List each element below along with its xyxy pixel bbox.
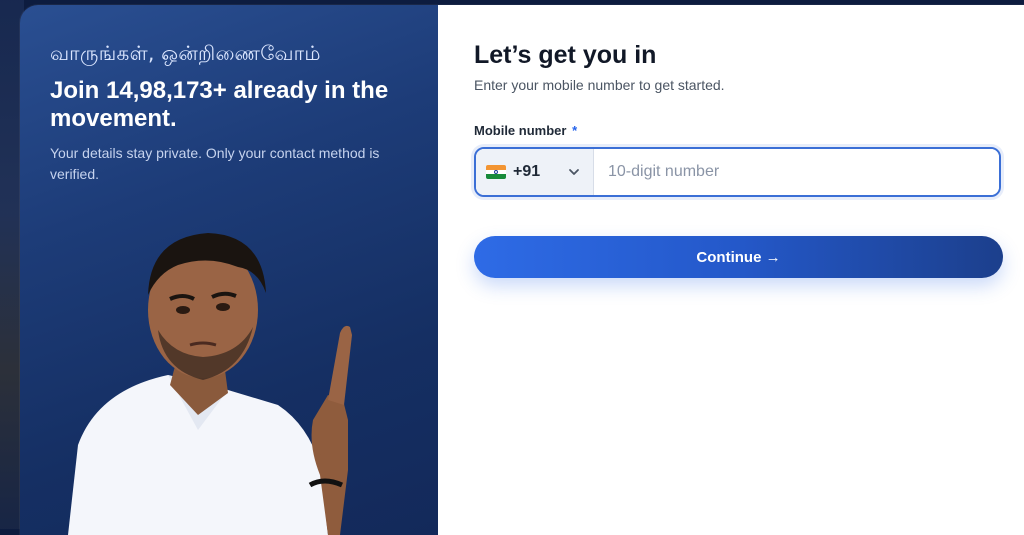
form-title: Let’s get you in	[474, 41, 657, 69]
hero-headline: Join 14,98,173+ already in the movement.	[50, 77, 389, 132]
login-panel: Let’s get you in Enter your mobile numbe…	[438, 5, 1024, 535]
india-flag-icon	[486, 165, 506, 179]
signup-card: வாருங்கள், ஒன்றிணைவோம் Join 14,98,173+ a…	[20, 5, 1024, 535]
leader-portrait	[68, 233, 352, 535]
privacy-note: Your details stay private. Only your con…	[50, 145, 380, 182]
hero-panel: வாருங்கள், ஒன்றிணைவோம் Join 14,98,173+ a…	[20, 5, 438, 535]
mobile-number-input[interactable]	[594, 149, 999, 195]
chevron-down-icon	[569, 169, 579, 175]
country-code: +91	[513, 163, 541, 180]
form-lead: Enter your mobile number to get started.	[474, 77, 725, 93]
mobile-label: Mobile number *	[474, 123, 577, 138]
mobile-label-text: Mobile number	[474, 123, 567, 138]
mobile-number-group: +91	[474, 147, 1001, 197]
country-code-select[interactable]: +91	[476, 149, 594, 195]
required-marker: *	[572, 123, 578, 138]
tamil-greeting: வாருங்கள், ஒன்றிணைவோம்	[50, 41, 321, 65]
continue-button[interactable]: Continue →	[474, 236, 1003, 278]
